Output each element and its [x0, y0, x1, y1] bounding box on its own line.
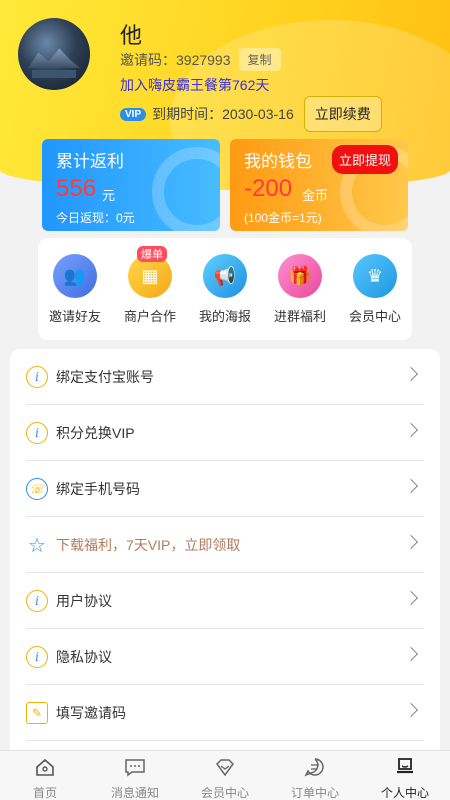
copy-button[interactable]: 复制: [238, 48, 281, 71]
edit-icon: ✎: [26, 702, 48, 724]
chevron-right-icon: [403, 366, 419, 382]
tab-label: 会员中心: [200, 786, 249, 800]
menu-label: 积分兑换VIP: [56, 425, 135, 441]
megaphone-icon: 📢: [203, 254, 247, 298]
menu-label: 绑定支付宝账号: [56, 369, 154, 385]
menu-label: 绑定手机号码: [56, 481, 140, 497]
menu-label: 下载福利，7天VIP，立即领取: [56, 537, 241, 553]
phone-icon: ☏: [26, 478, 48, 500]
menu-privacy-policy[interactable]: i 隐私协议: [26, 629, 424, 685]
renew-button[interactable]: 立即续费: [303, 96, 382, 132]
rebate-title: 累计返利: [56, 152, 124, 171]
tab-home[interactable]: 首页: [5, 757, 85, 800]
quick-member-center[interactable]: ♛ 会员中心: [338, 254, 412, 325]
info-icon: i: [26, 646, 48, 668]
menu-points-vip[interactable]: i 积分兑换VIP: [26, 405, 424, 461]
menu-bind-alipay[interactable]: i 绑定支付宝账号: [26, 349, 424, 405]
person-icon: [397, 758, 413, 774]
quick-group-benefits[interactable]: 🎁 进群福利: [263, 254, 337, 325]
tab-profile[interactable]: 个人中心: [365, 757, 445, 800]
vip-row: VIP 到期时间：2030-03-16 立即续费: [120, 96, 382, 132]
quick-label: 会员中心: [348, 309, 401, 324]
quick-actions-panel: 👥 邀请好友 ▦ 爆单 商户合作 📢 我的海报 🎁 进群福利 ♛ 会员中心: [38, 238, 412, 340]
quick-merchant[interactable]: ▦ 爆单 商户合作: [113, 246, 187, 325]
message-icon: [125, 759, 145, 777]
invite-code: 邀请码：3927993: [120, 51, 231, 68]
tab-messages[interactable]: 消息通知: [95, 757, 175, 800]
hot-badge: 爆单: [137, 246, 167, 262]
quick-poster[interactable]: 📢 我的海报: [188, 254, 262, 325]
menu-download-benefit[interactable]: ☆ 下载福利，7天VIP，立即领取: [26, 517, 424, 573]
tab-label: 个人中心: [380, 786, 429, 800]
quick-invite-friends[interactable]: 👥 邀请好友: [38, 254, 112, 325]
join-days-text: 加入嗨皮霸王餐第762天: [120, 77, 270, 93]
tab-orders[interactable]: 订单中心: [275, 757, 355, 800]
wallet-unit: 金币: [302, 188, 329, 203]
quick-label: 邀请好友: [48, 309, 101, 324]
rebate-amount: 556: [56, 175, 97, 202]
invite-code-row: 邀请码：3927993 复制: [120, 48, 281, 71]
tab-label: 消息通知: [110, 786, 159, 800]
order-icon: [304, 758, 324, 777]
chevron-right-icon: [403, 534, 419, 550]
divider: [26, 740, 424, 741]
menu-label: 填写邀请码: [56, 705, 126, 721]
menu-enter-invite-code[interactable]: ✎ 填写邀请码: [26, 685, 424, 741]
quick-label: 我的海报: [198, 309, 251, 324]
chevron-right-icon: [403, 422, 419, 438]
quick-label: 进群福利: [273, 309, 326, 324]
quick-label: 商户合作: [123, 309, 176, 324]
settings-menu: i 绑定支付宝账号 i 积分兑换VIP ☏ 绑定手机号码 ☆ 下载福利，7天VI…: [10, 349, 440, 769]
star-icon: ☆: [28, 533, 46, 557]
rebate-card[interactable]: 累计返利 556 元 今日返现：0元: [42, 139, 220, 231]
tab-label: 订单中心: [290, 786, 339, 800]
gift-icon: 🎁: [278, 254, 322, 298]
rebate-unit: 元: [102, 188, 116, 203]
tab-label: 首页: [32, 786, 57, 800]
coin-icon: [152, 147, 220, 231]
menu-bind-phone[interactable]: ☏ 绑定手机号码: [26, 461, 424, 517]
diamond-icon: [216, 759, 234, 777]
wallet-card[interactable]: 我的钱包 立即提现 -200 金币 (100金币=1元): [230, 139, 408, 231]
wallet-rate: (100金币=1元): [244, 211, 322, 225]
avatar[interactable]: [18, 18, 90, 90]
chevron-right-icon: [403, 702, 419, 718]
expire-date: 到期时间：2030-03-16: [152, 106, 294, 122]
menu-label: 用户协议: [56, 593, 112, 609]
wallet-amount: -200: [244, 175, 293, 202]
wallet-title: 我的钱包: [244, 152, 312, 171]
tab-member-center[interactable]: 会员中心: [185, 757, 265, 800]
vip-badge: VIP: [120, 107, 147, 121]
home-icon: [36, 758, 54, 776]
users-icon: 👥: [53, 254, 97, 298]
info-icon: i: [26, 422, 48, 444]
today-rebate: 今日返现：0元: [56, 211, 135, 225]
chevron-right-icon: [403, 646, 419, 662]
username: 他: [120, 23, 143, 48]
chevron-right-icon: [403, 590, 419, 606]
withdraw-button[interactable]: 立即提现: [331, 145, 398, 174]
menu-user-agreement[interactable]: i 用户协议: [26, 573, 424, 629]
info-icon: i: [26, 366, 48, 388]
info-icon: i: [26, 590, 48, 612]
crown-vip-icon: ♛: [353, 254, 397, 298]
bottom-tab-bar: 首页 消息通知 会员中心 订单中心 个人中心: [0, 750, 450, 800]
menu-label: 隐私协议: [56, 649, 112, 665]
chevron-right-icon: [403, 478, 419, 494]
